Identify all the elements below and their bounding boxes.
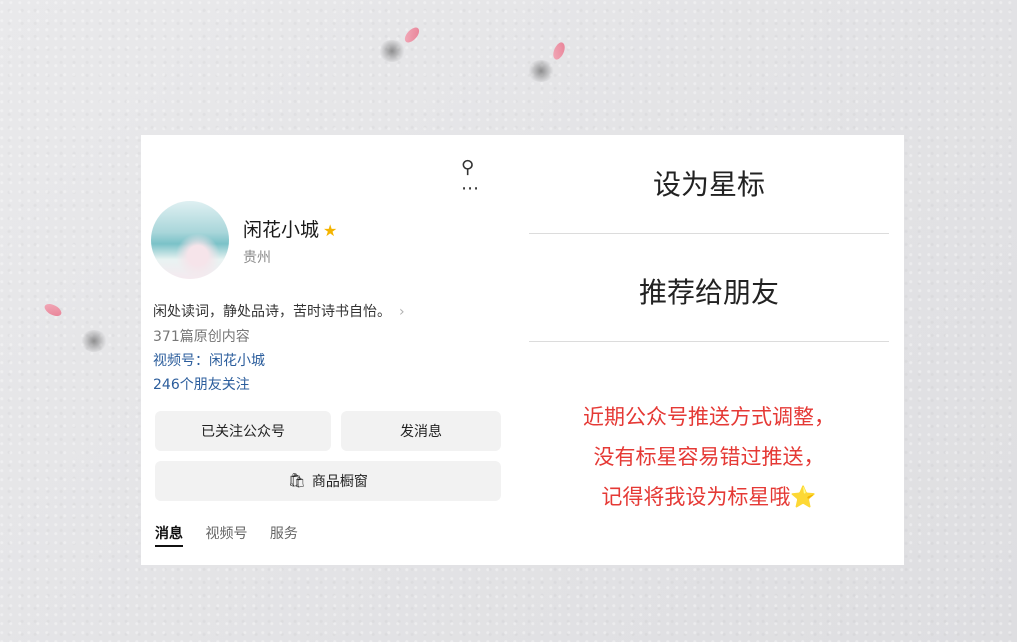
tab-channels[interactable]: 视频号 bbox=[205, 526, 247, 542]
screenshot-card: ⚲ ⋯ 闲花小城 ★ 贵州 闲处读词，静处品诗，苦时诗书自怡。 › 371篇原创内容… bbox=[141, 135, 904, 565]
account-bio-text: 闲处读词，静处品诗，苦时诗书自怡。 bbox=[153, 304, 391, 320]
followed-button[interactable]: 已关注公众号 bbox=[155, 411, 331, 451]
channel-link[interactable]: 视频号：闲花小城 bbox=[153, 350, 265, 370]
chevron-right-icon: › bbox=[399, 304, 405, 320]
profile-tabs: 消息 视频号 服务 bbox=[155, 523, 316, 547]
account-name: 闲花小城 ★ bbox=[243, 215, 337, 242]
set-star-menu-item[interactable]: 设为星标 bbox=[529, 163, 889, 203]
notice-line-1: 近期公众号推送方式调整， bbox=[583, 405, 835, 429]
more-icon[interactable]: ⋯ bbox=[461, 178, 479, 199]
send-message-button[interactable]: 发消息 bbox=[341, 411, 501, 451]
shop-window-label: 商品橱窗 bbox=[311, 474, 368, 490]
friends-follow-link[interactable]: 246个朋友关注 bbox=[153, 374, 250, 394]
petal-shadow-1 bbox=[378, 40, 406, 62]
top-actions: ⚲ ⋯ bbox=[461, 157, 516, 199]
star-reminder-notice: 近期公众号推送方式调整， 没有标星容易错过推送， 记得将我设为标星哦⭐ bbox=[519, 397, 899, 517]
tab-services[interactable]: 服务 bbox=[270, 526, 298, 542]
menu-divider bbox=[529, 233, 889, 234]
notice-line-2: 没有标星容易错过推送， bbox=[593, 445, 825, 469]
shop-icon: 🛍 bbox=[288, 473, 306, 489]
notice-line-3-wrap: 记得将我设为标星哦⭐ bbox=[519, 477, 899, 517]
original-content-count: 371篇原创内容 bbox=[153, 329, 250, 345]
shop-window-button[interactable]: 🛍 商品橱窗 bbox=[155, 461, 501, 501]
account-bio[interactable]: 闲处读词，静处品诗，苦时诗书自怡。 › bbox=[153, 301, 405, 321]
recommend-menu-item[interactable]: 推荐给朋友 bbox=[529, 271, 889, 311]
petal-shadow-3 bbox=[80, 330, 108, 352]
petal-shadow-2 bbox=[527, 60, 555, 82]
notice-line-3: 记得将我设为标星哦 bbox=[601, 485, 791, 509]
account-region: 贵州 bbox=[243, 250, 271, 266]
tab-messages[interactable]: 消息 bbox=[155, 526, 183, 547]
star-icon: ★ bbox=[323, 221, 338, 240]
menu-divider bbox=[529, 341, 889, 342]
profile-panel: ⚲ ⋯ 闲花小城 ★ 贵州 闲处读词，静处品诗，苦时诗书自怡。 › 371篇原创内容… bbox=[141, 135, 516, 565]
search-icon[interactable]: ⚲ bbox=[461, 157, 474, 178]
avatar[interactable] bbox=[151, 201, 229, 279]
account-name-text: 闲花小城 bbox=[243, 219, 320, 241]
star-emoji-icon: ⭐ bbox=[790, 485, 817, 509]
